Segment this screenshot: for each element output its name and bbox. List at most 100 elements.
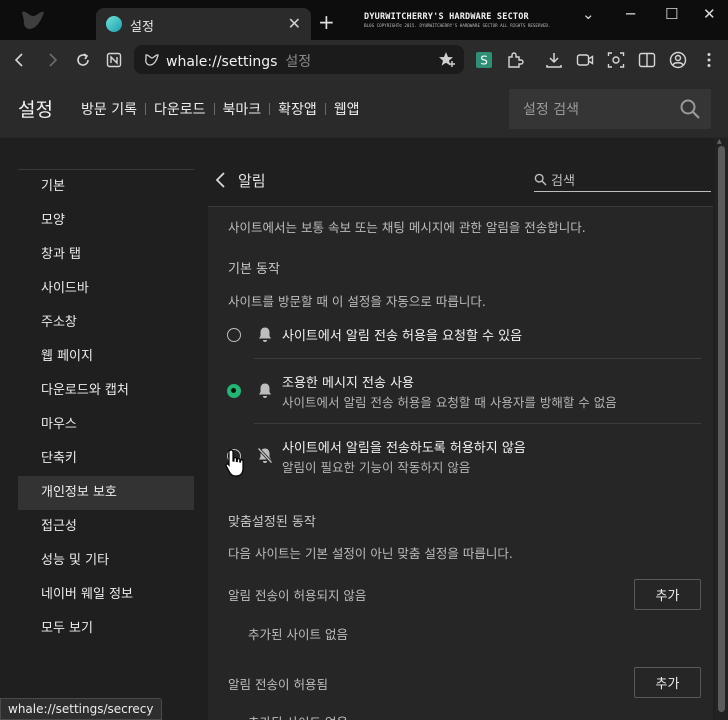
sidebar-item-shortcuts[interactable]: 단축키 — [18, 442, 194, 476]
search-icon — [680, 99, 700, 119]
sidebar-extension-button[interactable]: S — [472, 48, 496, 72]
settings-search-placeholder: 설정 검색 — [523, 102, 579, 118]
close-window-button[interactable]: ✕ — [703, 5, 716, 23]
blocked-sites-empty: 추가된 사이트 없음 — [248, 627, 348, 642]
video-icon — [576, 54, 594, 66]
extensions-button[interactable] — [503, 48, 527, 72]
reload-icon — [77, 53, 89, 66]
back-arrow-icon[interactable] — [214, 170, 228, 190]
option-quiet-messaging-desc: 사이트에서 알림 전송 허용을 요청할 때 사용자를 방해할 수 없음 — [282, 395, 617, 410]
sidebar-item-view-all[interactable]: 모두 보기 — [18, 612, 194, 646]
tab-strip: 설정 ✕ + DYURWITCHERRY'S HARDWARE SECTOR B… — [0, 0, 728, 40]
settings-search-input[interactable]: 설정 검색 — [509, 89, 711, 129]
sidebar-item-address-bar[interactable]: 주소창 — [18, 306, 194, 340]
watermark-banner: DYURWITCHERRY'S HARDWARE SECTOR BLOG COP… — [364, 12, 551, 34]
back-button[interactable] — [8, 48, 32, 72]
address-bar[interactable]: whale://settings 설정 — [134, 45, 464, 74]
nav-webapps[interactable]: 웹앱 — [334, 99, 360, 119]
sidebar-item-appearance[interactable]: 모양 — [18, 204, 194, 238]
whale-logo-icon — [22, 11, 44, 29]
add-allowed-site-button[interactable]: 추가 — [634, 667, 701, 698]
maximize-button[interactable]: ☐ — [665, 5, 678, 23]
notifications-search-input[interactable]: 검색 — [534, 166, 711, 192]
scroll-up-arrow-icon[interactable]: ▲ — [717, 138, 722, 145]
minimize-button[interactable]: ─ — [626, 5, 635, 23]
tab-search-dropdown-icon[interactable]: ⌄ — [582, 5, 595, 23]
bell-icon — [259, 383, 271, 398]
capture-button[interactable] — [604, 48, 628, 72]
notifications-search-placeholder: 검색 — [551, 174, 575, 189]
browser-toolbar: whale://settings 설정 S — [0, 40, 728, 80]
option-divider — [254, 423, 701, 424]
bell-icon — [259, 327, 271, 342]
capture-icon — [607, 52, 625, 68]
radio-allow-request[interactable] — [227, 328, 241, 342]
option-block-label[interactable]: 사이트에서 알림을 전송하도록 허용하지 않음 — [282, 437, 526, 456]
settings-quick-nav: 방문 기록 다운로드 북마크 확장앱 웹앱 — [81, 99, 360, 119]
tab-settings[interactable]: 설정 ✕ — [96, 8, 311, 40]
menu-button[interactable] — [697, 48, 721, 72]
notifications-header: 알림 검색 — [208, 160, 711, 200]
profile-icon — [669, 51, 687, 69]
status-bar-url: whale://settings/secrecy — [0, 698, 162, 720]
nav-downloads[interactable]: 다운로드 — [154, 99, 206, 119]
settings-header: 설정 방문 기록 다운로드 북마크 확장앱 웹앱 설정 검색 — [0, 80, 728, 138]
svg-text:S: S — [480, 54, 488, 68]
video-button[interactable] — [573, 48, 597, 72]
sidebar-item-sidebar[interactable]: 사이드바 — [18, 272, 194, 306]
nav-extensions[interactable]: 확장앱 — [278, 99, 317, 119]
sidebar-item-basic[interactable]: 기본 — [18, 170, 194, 204]
split-view-button[interactable] — [635, 48, 659, 72]
custom-behavior-desc: 다음 사이트는 기본 설정이 아닌 맞춤 설정을 따릅니다. — [228, 546, 513, 561]
sidebar-item-web-page[interactable]: 웹 페이지 — [18, 340, 194, 374]
whale-page-icon — [145, 54, 159, 66]
s-extension-icon: S — [476, 52, 492, 68]
split-view-icon — [638, 52, 656, 68]
tab-title: 설정 — [130, 20, 154, 35]
allowed-sites-empty: 추가된 사이트 없음 — [248, 712, 348, 720]
option-allow-request-label[interactable]: 사이트에서 알림 전송 허용을 요청할 수 있음 — [282, 325, 522, 344]
notifications-card: 사이트에서는 보통 속보 또는 채팅 메시지에 관한 알림을 전송합니다. 기본… — [208, 206, 713, 720]
nav-history[interactable]: 방문 기록 — [81, 99, 137, 119]
sidebar-item-privacy[interactable]: 개인정보 보호 — [18, 476, 194, 510]
option-divider — [254, 358, 701, 359]
add-blocked-site-button[interactable]: 추가 — [634, 579, 701, 610]
default-behavior-desc: 사이트를 방문할 때 이 설정을 자동으로 따릅니다. — [228, 294, 486, 309]
sidebar-item-accessibility[interactable]: 접근성 — [18, 510, 194, 544]
nav-separator — [324, 103, 326, 115]
sidebar-item-windows-tabs[interactable]: 창과 탭 — [18, 238, 194, 272]
radio-quiet-messaging[interactable] — [227, 384, 241, 398]
reload-button[interactable] — [71, 48, 95, 72]
bookmark-star-icon[interactable] — [438, 51, 456, 68]
intro-text: 사이트에서는 보통 속보 또는 채팅 메시지에 관한 알림을 전송합니다. — [228, 220, 586, 235]
search-icon — [534, 173, 547, 186]
sidebar-item-about-whale[interactable]: 네이버 웨일 정보 — [18, 578, 194, 612]
download-icon — [546, 53, 562, 68]
banner-title: DYURWITCHERRY'S HARDWARE SECTOR — [364, 12, 529, 22]
nav-bookmarks[interactable]: 북마크 — [223, 99, 262, 119]
option-quiet-messaging-label[interactable]: 조용한 메시지 전송 사용 — [282, 372, 414, 391]
custom-behavior-heading: 맞춤설정된 동작 — [228, 515, 316, 530]
settings-title: 설정 — [18, 99, 53, 121]
sidebar-item-performance[interactable]: 성능 및 기타 — [18, 544, 194, 578]
whale-favicon-icon — [106, 16, 122, 32]
puzzle-icon — [508, 52, 524, 68]
downloads-button[interactable] — [542, 48, 566, 72]
option-block-desc: 알림이 필요한 기능이 작동하지 않음 — [282, 460, 471, 475]
nav-separator — [269, 103, 271, 115]
forward-button[interactable] — [40, 48, 64, 72]
more-vertical-icon — [707, 53, 711, 67]
sidebar-item-mouse[interactable]: 마우스 — [18, 408, 194, 442]
sidebar-item-downloads-capture[interactable]: 다운로드와 캡처 — [18, 374, 194, 408]
page-scrollbar[interactable]: ▲ — [715, 138, 728, 720]
arrow-right-icon — [49, 53, 58, 67]
nav-separator — [144, 103, 146, 115]
scrollbar-thumb[interactable] — [718, 146, 725, 712]
arrow-left-icon — [14, 53, 23, 67]
profile-button[interactable] — [666, 48, 690, 72]
new-tab-button[interactable]: + — [318, 12, 335, 32]
close-tab-icon[interactable]: ✕ — [288, 14, 301, 33]
bell-off-icon — [257, 447, 273, 464]
hand-cursor-icon — [225, 449, 244, 477]
naver-home-button[interactable] — [102, 48, 126, 72]
